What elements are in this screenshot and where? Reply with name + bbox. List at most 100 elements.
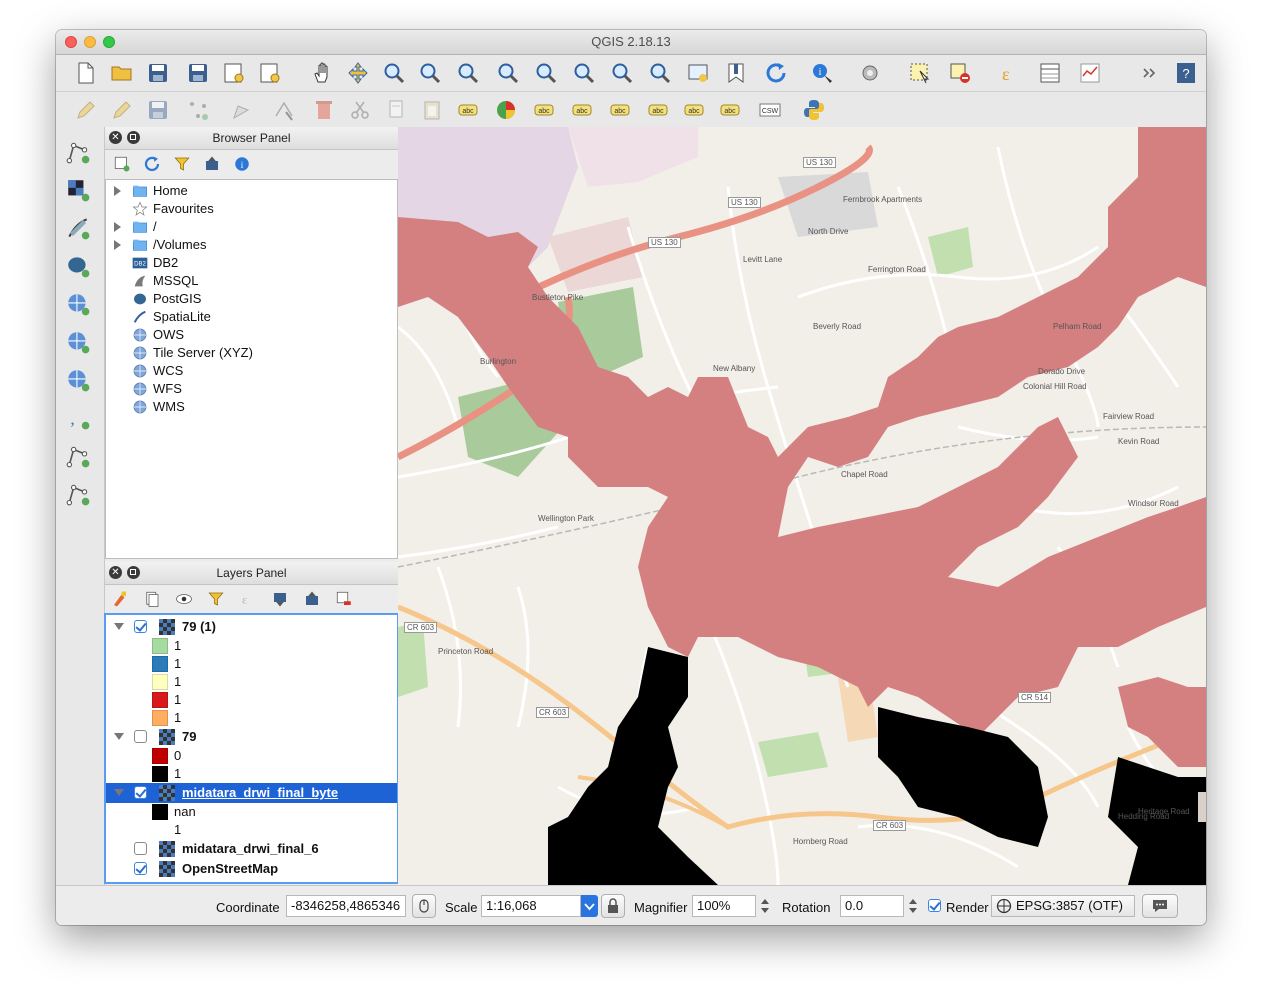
properties-button[interactable]: i bbox=[231, 154, 253, 174]
save-project-button[interactable] bbox=[144, 59, 172, 87]
browser-tree[interactable]: Home Favourites / /Volumes DB2 DB2 MSSQL PostGI… bbox=[105, 179, 398, 559]
layer-row[interactable]: 79 bbox=[106, 727, 397, 747]
change-label-button[interactable]: abc bbox=[716, 96, 744, 124]
rotation-spinner[interactable] bbox=[907, 895, 919, 917]
pan-to-selection-button[interactable] bbox=[344, 59, 372, 87]
layer-visibility-checkbox[interactable] bbox=[134, 842, 147, 855]
expand-arrow-icon[interactable] bbox=[114, 222, 121, 232]
render-checkbox[interactable] bbox=[928, 899, 941, 912]
move-feature-button[interactable] bbox=[228, 96, 256, 124]
refresh-button[interactable] bbox=[762, 59, 790, 87]
collapse-all-button[interactable] bbox=[201, 154, 223, 174]
pin-labels-button[interactable]: abc bbox=[568, 96, 596, 124]
coordinate-field[interactable]: -8346258,4865346 bbox=[286, 895, 406, 917]
rotation-field[interactable]: 0.0 bbox=[840, 895, 904, 917]
identify-button[interactable]: i bbox=[808, 59, 836, 87]
toggle-editing-button[interactable] bbox=[108, 96, 136, 124]
messages-button[interactable] bbox=[1142, 894, 1178, 918]
label-tool-button[interactable]: abc bbox=[454, 96, 482, 124]
expand-arrow-icon[interactable] bbox=[114, 240, 121, 250]
help-button[interactable]: ? bbox=[1172, 59, 1200, 87]
run-action-button[interactable] bbox=[856, 59, 884, 87]
current-edits-button[interactable] bbox=[72, 96, 100, 124]
show-hide-labels-button[interactable]: abc bbox=[606, 96, 634, 124]
add-feature-button[interactable] bbox=[184, 96, 212, 124]
rotate-label-button[interactable]: abc bbox=[680, 96, 708, 124]
add-wcs-layer-button[interactable] bbox=[62, 327, 94, 357]
deselect-button[interactable] bbox=[946, 59, 974, 87]
collapse-arrow-icon[interactable] bbox=[114, 789, 124, 796]
pan-button[interactable] bbox=[308, 59, 336, 87]
browser-item[interactable]: WFS bbox=[106, 380, 397, 398]
layer-visibility-checkbox[interactable] bbox=[134, 862, 147, 875]
move-label-button[interactable]: abc bbox=[644, 96, 672, 124]
zoom-out-button[interactable] bbox=[416, 59, 444, 87]
toolbar-overflow-button[interactable] bbox=[1136, 59, 1164, 87]
browser-item[interactable]: / bbox=[106, 218, 397, 236]
add-wms-layer-button[interactable] bbox=[62, 289, 94, 319]
new-project-button[interactable] bbox=[72, 59, 100, 87]
toggle-extents-button[interactable] bbox=[412, 894, 436, 918]
style-manager-button[interactable] bbox=[109, 589, 131, 609]
attribute-table-button[interactable] bbox=[1036, 59, 1064, 87]
filter-expression-button[interactable]: ε bbox=[237, 589, 259, 609]
field-calculator-button[interactable]: ε bbox=[996, 59, 1024, 87]
scale-field[interactable]: 1:16,068 bbox=[481, 895, 581, 917]
delete-selected-button[interactable] bbox=[310, 96, 338, 124]
zoom-actual-button[interactable] bbox=[454, 59, 482, 87]
node-tool-button[interactable] bbox=[270, 96, 298, 124]
scale-dropdown-button[interactable] bbox=[581, 895, 598, 917]
zoom-last-button[interactable] bbox=[608, 59, 636, 87]
collapse-arrow-icon[interactable] bbox=[114, 733, 124, 740]
browser-item[interactable]: WCS bbox=[106, 362, 397, 380]
layer-row[interactable]: OpenStreetMap bbox=[106, 859, 397, 879]
browser-item[interactable]: PostGIS bbox=[106, 290, 397, 308]
browser-item[interactable]: Home bbox=[106, 182, 397, 200]
python-console-button[interactable] bbox=[800, 96, 828, 124]
browser-item[interactable]: SpatiaLite bbox=[106, 308, 397, 326]
layer-visibility-checkbox[interactable] bbox=[134, 730, 147, 743]
filter-button[interactable] bbox=[171, 154, 193, 174]
browser-item[interactable]: Tile Server (XYZ) bbox=[106, 344, 397, 362]
expand-all-button[interactable] bbox=[269, 589, 291, 609]
add-group-button[interactable] bbox=[141, 589, 163, 609]
diagram-button[interactable] bbox=[492, 96, 520, 124]
browser-item[interactable]: DB2 DB2 bbox=[106, 254, 397, 272]
magnifier-field[interactable]: 100% bbox=[692, 895, 756, 917]
new-print-composer-button[interactable] bbox=[220, 59, 248, 87]
add-postgis-layer-button[interactable] bbox=[62, 251, 94, 281]
select-features-button[interactable] bbox=[906, 59, 934, 87]
zoom-to-layer-button[interactable] bbox=[570, 59, 598, 87]
crs-button[interactable]: EPSG:3857 (OTF) bbox=[991, 895, 1135, 917]
layer-row[interactable]: midatara_drwi_final_byte bbox=[106, 783, 397, 803]
cut-features-button[interactable] bbox=[346, 96, 374, 124]
copy-features-button[interactable] bbox=[382, 96, 410, 124]
collapse-all-button[interactable] bbox=[301, 589, 323, 609]
filter-legend-button[interactable] bbox=[205, 589, 227, 609]
browser-item[interactable]: WMS bbox=[106, 398, 397, 416]
save-as-button[interactable] bbox=[184, 59, 212, 87]
paste-features-button[interactable] bbox=[418, 96, 446, 124]
save-edits-button[interactable] bbox=[144, 96, 172, 124]
collapse-arrow-icon[interactable] bbox=[114, 623, 124, 630]
zoom-to-selection-button[interactable] bbox=[532, 59, 560, 87]
add-vector-layer-button[interactable] bbox=[62, 137, 94, 167]
lock-scale-button[interactable] bbox=[601, 894, 625, 918]
browser-item[interactable]: MSSQL bbox=[106, 272, 397, 290]
layer-visibility-checkbox[interactable] bbox=[134, 620, 147, 633]
zoom-full-button[interactable] bbox=[494, 59, 522, 87]
remove-layer-button[interactable] bbox=[333, 589, 355, 609]
layer-labeling-button[interactable]: abc bbox=[530, 96, 558, 124]
browser-item[interactable]: /Volumes bbox=[106, 236, 397, 254]
add-spatialite-layer-button[interactable] bbox=[62, 213, 94, 243]
add-raster-layer-button[interactable] bbox=[62, 175, 94, 205]
composer-manager-button[interactable] bbox=[256, 59, 284, 87]
layer-row[interactable]: 79 (1) bbox=[106, 617, 397, 637]
map-canvas[interactable]: US 130 US 130 US 130 Fernbrook Apartments Ne… bbox=[398, 127, 1206, 885]
layer-row[interactable]: midatara_drwi_final_6 bbox=[106, 839, 397, 859]
layers-tree[interactable]: 79 (1) 1 1 1 1 1 79 0 1 midatara_drwi_final_byte n… bbox=[104, 613, 399, 884]
add-delimited-text-button[interactable]: , bbox=[62, 403, 94, 433]
add-wfs-layer-button[interactable] bbox=[62, 365, 94, 395]
new-bookmark-button[interactable] bbox=[722, 59, 750, 87]
browser-item[interactable]: OWS bbox=[106, 326, 397, 344]
